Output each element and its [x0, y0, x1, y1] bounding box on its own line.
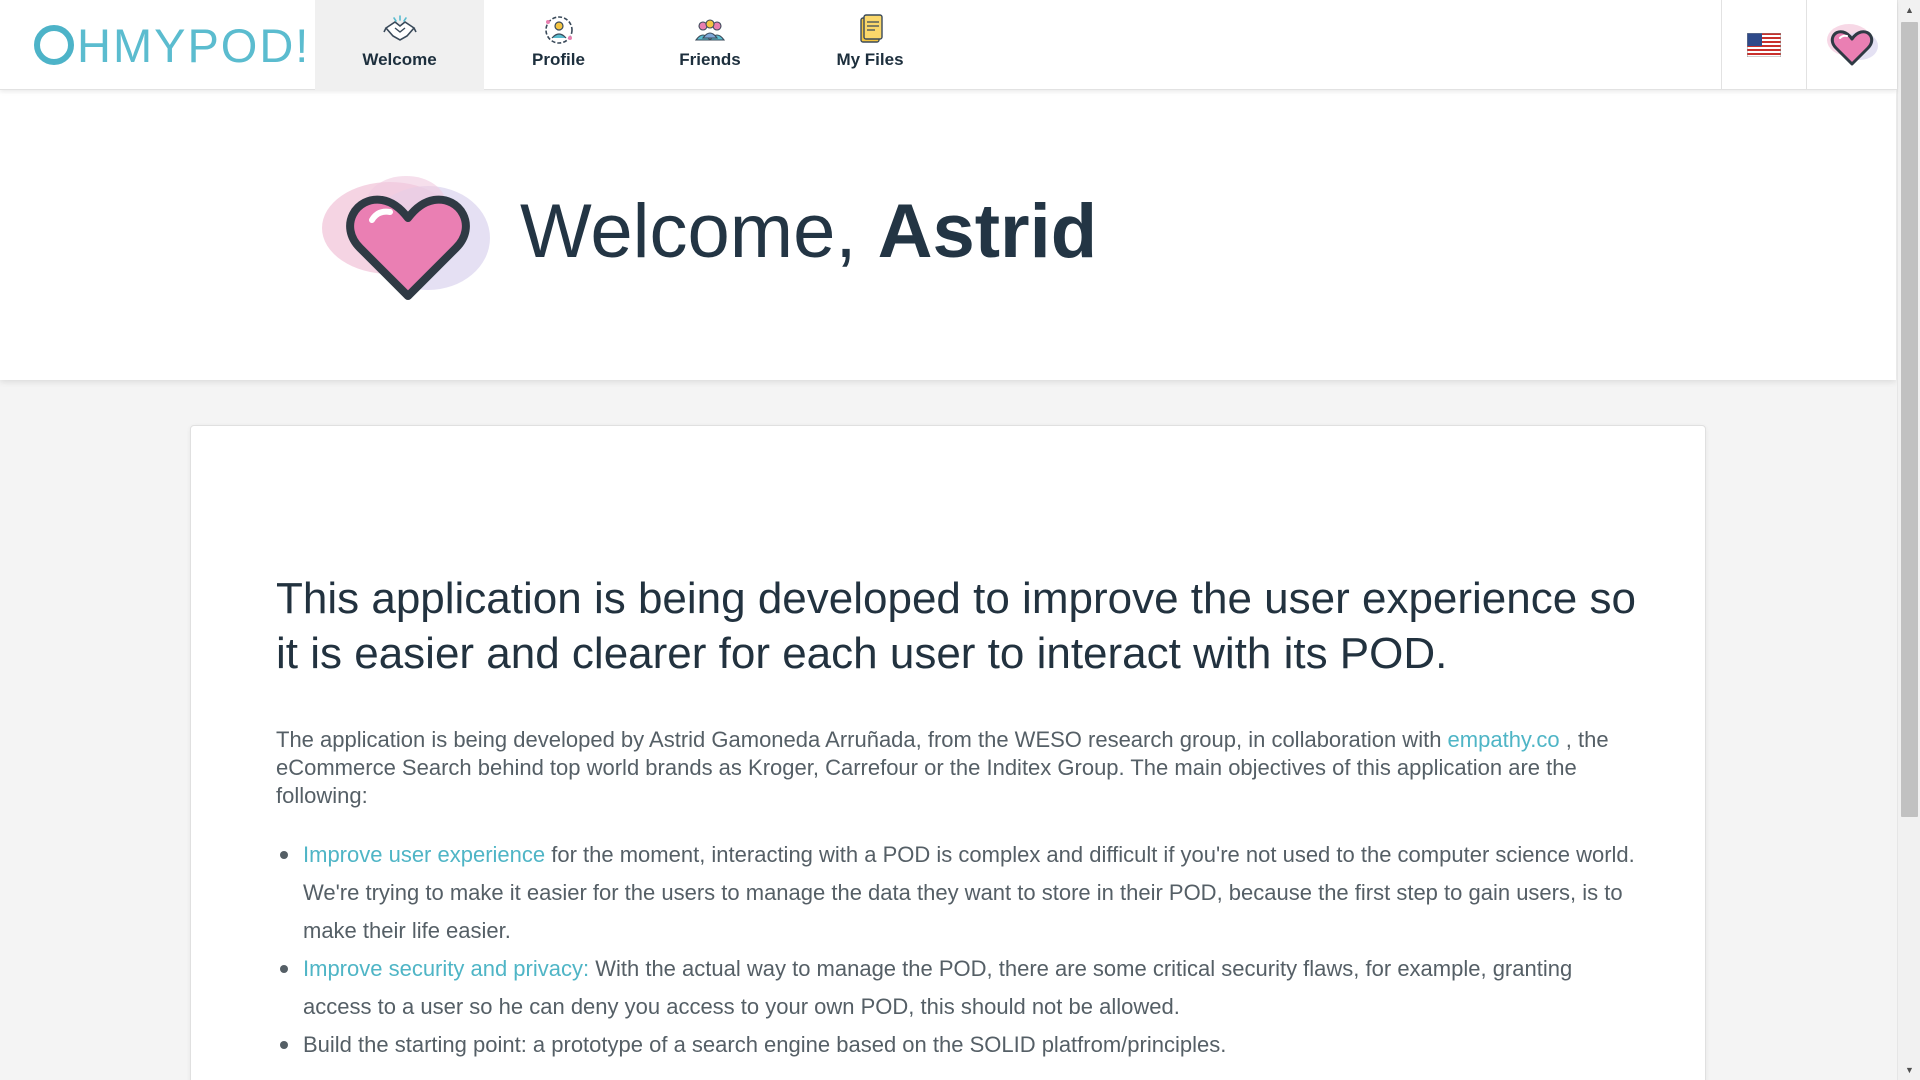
empathy-link[interactable]: empathy.co	[1448, 727, 1560, 752]
about-card: This application is being developed to i…	[190, 425, 1706, 1080]
page-scrollbar[interactable]: ▲ ▼	[1897, 0, 1920, 1080]
language-selector[interactable]	[1722, 0, 1806, 90]
bullet-icon	[280, 851, 288, 859]
objective-text: Build the starting point: a prototype of…	[303, 1032, 1227, 1057]
about-lead: This application is being developed to i…	[276, 574, 1636, 678]
scrollbar-thumb[interactable]	[1901, 22, 1918, 817]
list-item: Improve security and privacy: With the a…	[276, 950, 1636, 1026]
files-icon	[860, 14, 883, 43]
app-logo[interactable]: HMYPOD!	[34, 18, 310, 72]
list-item: Improve user experience for the moment, …	[276, 836, 1636, 950]
tab-label: Profile	[532, 50, 585, 69]
scroll-down-icon[interactable]: ▼	[1898, 1060, 1920, 1080]
list-item: Build the starting point: a prototype of…	[276, 1026, 1636, 1064]
welcome-header: Welcome, Astrid	[0, 90, 1896, 380]
profile-icon	[544, 16, 573, 44]
heart-avatar-icon	[1827, 24, 1878, 66]
bullet-icon	[280, 965, 288, 973]
logo-text: HMYPOD!	[77, 18, 311, 72]
tab-label: Welcome	[362, 50, 437, 69]
objective-link[interactable]: Improve user experience	[303, 842, 545, 867]
bullet-icon	[280, 1041, 288, 1049]
friends-icon	[694, 19, 726, 41]
tab-friends[interactable]: Friends	[655, 0, 765, 90]
logo-o-ring	[34, 25, 74, 65]
tab-my-files[interactable]: My Files	[818, 0, 922, 90]
welcome-heading: Welcome, Astrid	[520, 188, 1097, 275]
heart-logo-icon	[322, 176, 490, 300]
tab-welcome[interactable]: Welcome	[315, 0, 484, 90]
about-intro: The application is being developed by As…	[276, 726, 1636, 810]
tab-label: My Files	[836, 50, 904, 69]
user-menu-button[interactable]	[1807, 0, 1897, 90]
welcome-user-name: Astrid	[877, 189, 1098, 274]
objectives-list: Improve user experience for the moment, …	[276, 836, 1636, 1064]
objective-link[interactable]: Improve security and privacy:	[303, 956, 589, 981]
scroll-up-icon[interactable]: ▲	[1898, 0, 1920, 20]
us-flag-icon	[1747, 33, 1781, 57]
welcome-greeting: Welcome,	[520, 189, 878, 274]
tab-profile[interactable]: Profile	[500, 0, 617, 90]
top-navbar: HMYPOD! Welcome Profile Friends My Files	[0, 0, 1897, 90]
intro-text-start: The application is being developed by As…	[276, 727, 1448, 752]
tab-label: Friends	[679, 50, 741, 69]
handshake-icon	[382, 15, 417, 41]
